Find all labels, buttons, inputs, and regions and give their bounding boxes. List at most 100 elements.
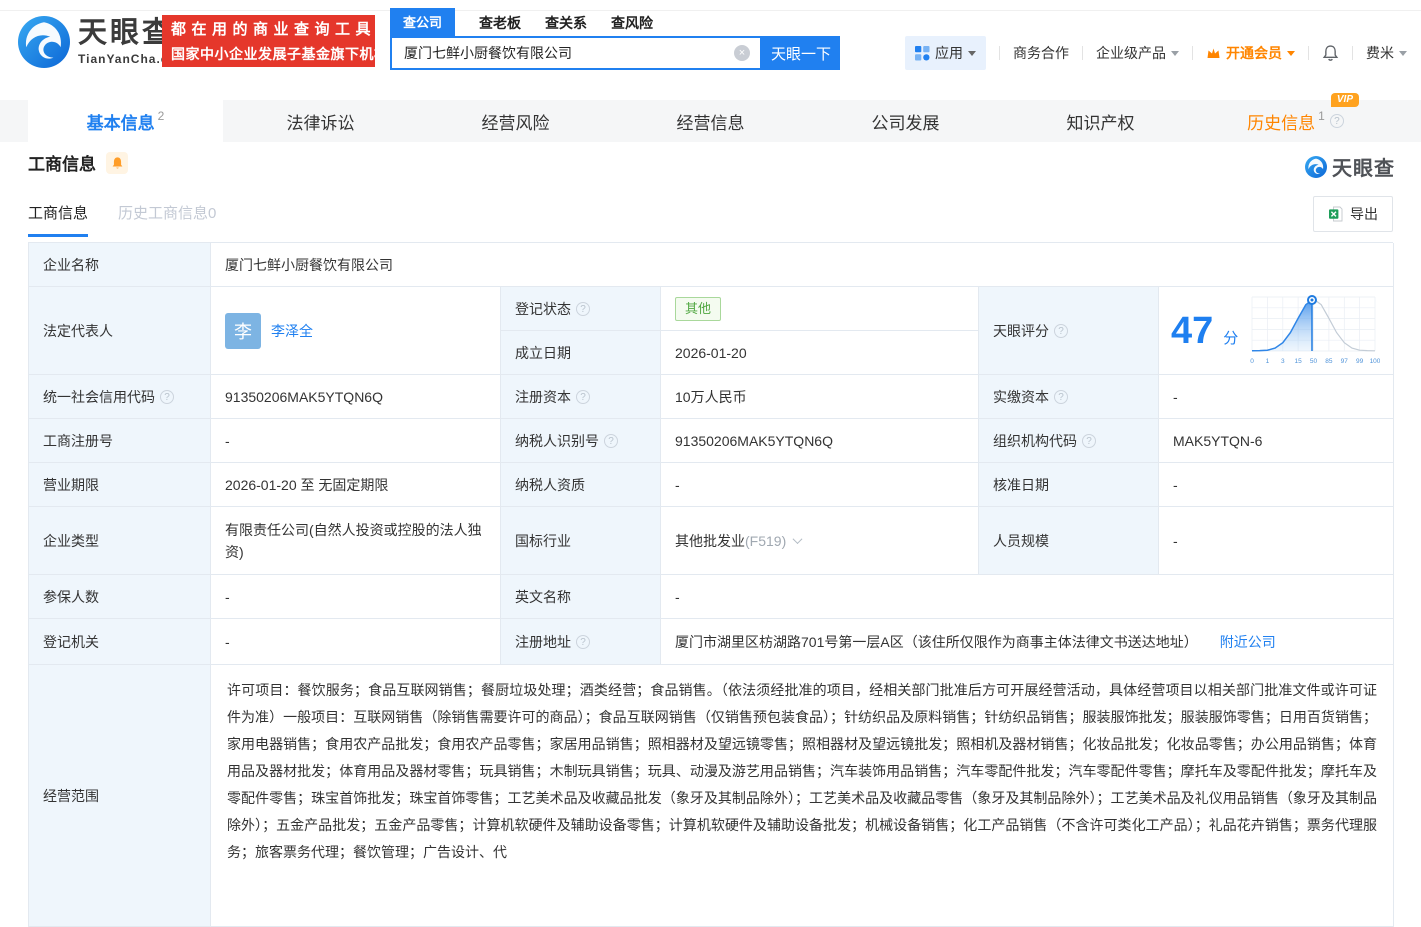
search-tab-risk[interactable]: 查风险	[611, 13, 653, 36]
svg-text:99: 99	[1356, 358, 1364, 365]
address-label: 注册地址 ?	[501, 619, 661, 665]
excel-icon	[1329, 206, 1343, 222]
chevron-down-icon	[1171, 51, 1179, 60]
help-icon[interactable]: ?	[160, 389, 174, 404]
chevron-down-icon[interactable]	[792, 534, 803, 545]
search-tab-company[interactable]: 查公司	[390, 8, 456, 36]
reg-authority-value: -	[211, 619, 501, 665]
tab-intellectual-property[interactable]: 知识产权	[1003, 100, 1198, 142]
legal-rep-value: 李 李泽全	[211, 287, 501, 375]
industry-value: 其他批发业 (F519)	[661, 507, 979, 575]
nav-username: 费米	[1366, 45, 1394, 61]
staff-size-label: 人员规模	[979, 507, 1159, 575]
bell-icon	[1322, 45, 1339, 61]
help-icon[interactable]: ?	[1329, 114, 1344, 128]
tab-basic-info[interactable]: 基本信息 2	[28, 100, 223, 142]
tianyancha-watermark: 天眼查	[1305, 152, 1395, 181]
english-name-value: -	[661, 575, 1394, 619]
credit-code-label: 统一社会信用代码 ?	[29, 375, 211, 419]
help-icon[interactable]: ?	[576, 301, 590, 316]
nav-open-vip-label: 开通会员	[1226, 45, 1282, 61]
paid-capital-label: 实缴资本 ?	[979, 375, 1159, 419]
address-value: 厦门市湖里区枋湖路701号第一层A区（该住所仅限作为商事主体法律文书送达地址） …	[661, 619, 1394, 665]
help-icon[interactable]: ?	[604, 433, 618, 448]
help-icon[interactable]: ?	[1082, 433, 1096, 448]
help-icon[interactable]: ?	[1054, 323, 1068, 338]
company-type-value: 有限责任公司(自然人投资或控股的法人独资)	[211, 507, 501, 575]
help-icon[interactable]: ?	[576, 634, 590, 649]
tab-basic-info-label: 基本信息	[86, 113, 155, 133]
search-type-tabs: 查公司 查老板 查关系 查风险	[390, 8, 840, 36]
tianyancha-logo-icon	[1305, 155, 1327, 178]
search-tab-boss[interactable]: 查老板	[479, 13, 521, 36]
nav-user-menu[interactable]: 费米	[1366, 43, 1407, 63]
establish-date-value: 2026-01-20	[661, 331, 979, 375]
tab-legal-litigation[interactable]: 法律诉讼	[223, 100, 418, 142]
monitor-bell-button[interactable]	[106, 151, 128, 174]
business-scope-value: 许可项目：餐饮服务；食品互联网销售；餐厨垃圾处理；酒类经营；食品销售。（依法须经…	[211, 665, 1394, 927]
insured-count-value: -	[211, 575, 501, 619]
crown-icon	[1207, 48, 1220, 58]
credit-code-value: 91350206MAK5YTQN6Q	[211, 375, 501, 419]
tab-operating-risk-label: 经营风险	[481, 113, 550, 133]
nav-cooperation[interactable]: 商务合作	[1013, 43, 1069, 63]
subtab-business-info[interactable]: 工商信息	[28, 202, 89, 237]
tab-company-development[interactable]: 公司发展	[808, 100, 1003, 142]
industry-code: (F519)	[745, 532, 787, 549]
subtab-history-business-info[interactable]: 历史工商信息0	[118, 202, 216, 237]
svg-text:3: 3	[1281, 358, 1285, 365]
header-nav: 应用 商务合作 企业级产品 开通会员 费米	[905, 36, 1407, 70]
nav-apps-label: 应用	[935, 45, 963, 61]
search-input[interactable]	[402, 39, 732, 67]
business-scope-label: 经营范围	[29, 665, 211, 927]
brand-slogan: 都在用的商业查询工具 国家中小企业发展子基金旗下机构	[162, 15, 389, 67]
taxpayer-id-value: 91350206MAK5YTQN6Q	[661, 419, 979, 463]
reg-authority-label: 登记机关	[29, 619, 211, 665]
export-button[interactable]: 导出	[1313, 196, 1393, 232]
svg-text:15: 15	[1295, 358, 1303, 365]
svg-text:100: 100	[1370, 358, 1380, 365]
tab-operating-info-label: 经营信息	[676, 113, 745, 133]
score-distribution-chart[interactable]: 0 1 3 15 50 85 97 99 100	[1246, 293, 1380, 369]
help-icon[interactable]: ?	[576, 389, 590, 404]
search-box: ×	[390, 36, 762, 70]
search-button[interactable]: 天眼一下	[762, 36, 840, 70]
chevron-down-icon	[968, 51, 976, 60]
svg-text:1: 1	[1266, 358, 1270, 365]
taxpayer-id-label: 纳税人识别号 ?	[501, 419, 661, 463]
bell-icon	[112, 156, 122, 169]
nav-apps[interactable]: 应用	[905, 36, 986, 70]
page-top-divider	[0, 10, 1421, 11]
tianyancha-logo-icon	[18, 16, 70, 68]
company-name-label: 企业名称	[29, 243, 211, 287]
clear-search-icon[interactable]: ×	[734, 45, 750, 61]
legal-rep-name-link[interactable]: 李泽全	[271, 321, 313, 341]
header-search-area: 查公司 查老板 查关系 查风险 × 天眼一下	[390, 8, 840, 70]
svg-text:50: 50	[1310, 358, 1318, 365]
business-term-label: 营业期限	[29, 463, 211, 507]
tab-history-info[interactable]: VIP 历史信息 1 ?	[1198, 93, 1393, 142]
help-icon[interactable]: ?	[1054, 389, 1068, 404]
paid-capital-value: -	[1159, 375, 1394, 419]
reg-status-label: 登记状态 ?	[501, 287, 661, 331]
reg-number-value: -	[211, 419, 501, 463]
approval-date-label: 核准日期	[979, 463, 1159, 507]
chart-grid	[1251, 296, 1376, 351]
nav-divider	[1352, 46, 1353, 60]
nav-divider	[1192, 46, 1193, 60]
svg-text:85: 85	[1326, 358, 1334, 365]
nav-open-vip[interactable]: 开通会员	[1206, 43, 1295, 63]
search-tab-relation[interactable]: 查关系	[545, 13, 587, 36]
tab-operating-risk[interactable]: 经营风险	[418, 100, 613, 142]
taxpayer-quality-label: 纳税人资质	[501, 463, 661, 507]
tab-operating-info[interactable]: 经营信息	[613, 100, 808, 142]
legal-rep-avatar[interactable]: 李	[225, 312, 261, 349]
nav-notifications[interactable]	[1322, 44, 1339, 62]
slogan-line2: 国家中小企业发展子基金旗下机构	[171, 46, 389, 62]
nearby-companies-link[interactable]: 附近公司	[1220, 632, 1276, 652]
status-badge: 其他	[675, 296, 722, 321]
svg-text:97: 97	[1341, 358, 1349, 365]
app-grid-icon	[915, 45, 930, 60]
watermark-text: 天眼查	[1332, 158, 1395, 180]
nav-enterprise-products[interactable]: 企业级产品	[1096, 43, 1179, 63]
